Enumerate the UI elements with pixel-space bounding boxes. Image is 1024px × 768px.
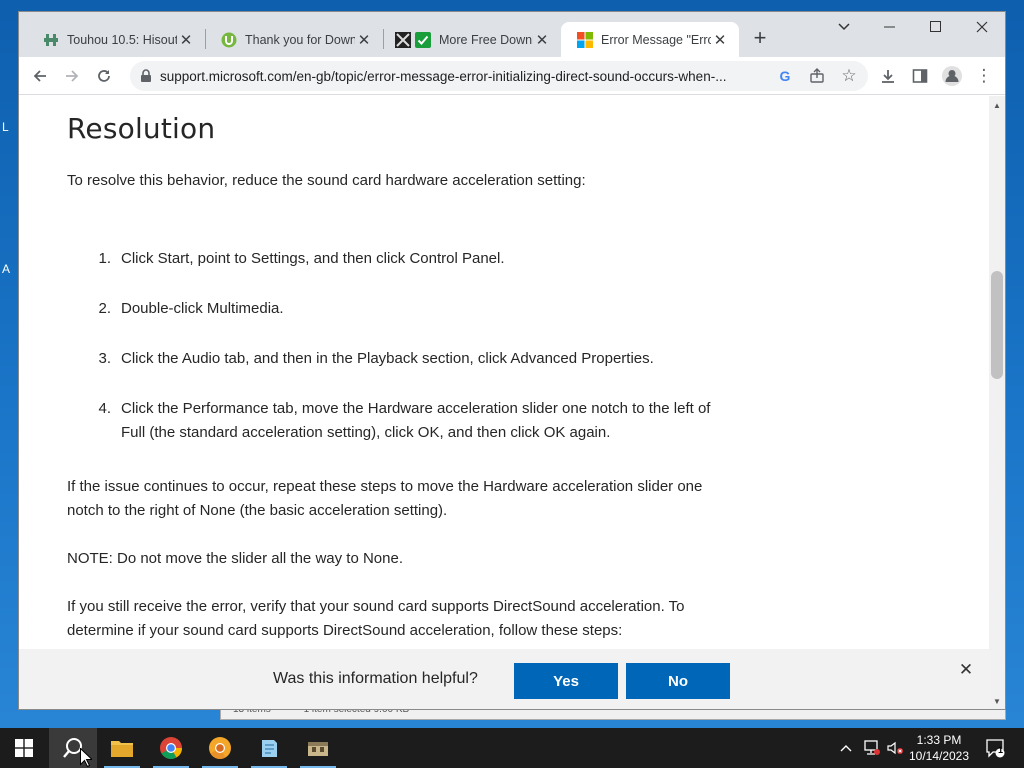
tab-thank-you[interactable]: Thank you for Downloading ✕ <box>205 22 383 57</box>
step-text: Click Start, point to Settings, and then… <box>121 250 505 267</box>
microsoft-favicon <box>577 31 593 48</box>
side-panel-icon[interactable] <box>905 61 935 91</box>
yes-button[interactable]: Yes <box>514 663 618 699</box>
maximize-icon[interactable] <box>913 12 959 42</box>
step-number: 2. <box>98 300 111 317</box>
scroll-down-icon[interactable]: ▼ <box>992 696 1002 706</box>
feedback-question: Was this information helpful? <box>273 670 478 687</box>
utorrent-favicon <box>221 32 237 48</box>
close-icon[interactable]: ✕ <box>355 31 373 49</box>
tab-error-message[interactable]: Error Message "Error Initializing ✕ <box>561 22 739 57</box>
address-bar[interactable]: support.microsoft.com/en-gb/topic/error-… <box>130 61 868 91</box>
taskbar: 1:33 PM 10/14/2023 1 <box>0 728 1024 768</box>
touhou-favicon <box>43 32 59 48</box>
close-icon[interactable]: ✕ <box>533 31 551 49</box>
checkmark-favicon <box>415 31 431 48</box>
system-clock[interactable]: 1:33 PM 10/14/2023 <box>904 732 974 764</box>
tab-strip: Touhou 10.5: Hisoutensoku ✕ Thank you fo… <box>19 12 1005 57</box>
list-item: 2. Double-click Multimedia. <box>97 297 727 321</box>
menu-icon[interactable]: ⋮ <box>969 61 999 91</box>
browser-window: Touhou 10.5: Hisoutensoku ✕ Thank you fo… <box>18 11 1006 710</box>
game-icon[interactable] <box>294 728 342 768</box>
reload-icon[interactable] <box>89 61 119 91</box>
close-icon[interactable]: ✕ <box>711 31 729 49</box>
tab-touhou[interactable]: Touhou 10.5: Hisoutensoku ✕ <box>27 22 205 57</box>
feedback-close-icon[interactable]: ✕ <box>956 660 976 680</box>
clock-date: 10/14/2023 <box>908 749 970 763</box>
google-lens-icon[interactable]: G <box>775 66 795 86</box>
scroll-up-icon[interactable]: ▲ <box>992 100 1002 110</box>
chevron-up-icon[interactable] <box>836 728 856 768</box>
desktop-icon-label-fragment-2: A <box>2 262 11 276</box>
notepad-icon[interactable] <box>245 728 293 768</box>
repeat-paragraph: If the issue continues to occur, repeat … <box>67 478 703 519</box>
volume-icon[interactable] <box>884 728 906 768</box>
tab-title: More Free Downloads <box>439 32 533 47</box>
tab-search-icon[interactable] <box>821 12 867 42</box>
list-item: 4. Click the Performance tab, move the H… <box>97 397 727 445</box>
lock-icon <box>140 69 152 88</box>
desktop-icon-label-fragment: L <box>2 120 9 134</box>
intro-paragraph: To resolve this behavior, reduce the sou… <box>67 172 586 189</box>
close-icon[interactable]: ✕ <box>177 31 195 49</box>
tab-more-free-downloads[interactable]: More Free Downloads ✕ <box>383 22 561 57</box>
feedback-bar: Was this information helpful? Yes No ✕ <box>19 649 991 709</box>
url-text: support.microsoft.com/en-gb/topic/error-… <box>160 69 727 84</box>
chrome-canary-icon[interactable] <box>196 728 244 768</box>
mouse-cursor-icon <box>80 747 94 768</box>
step-number: 1. <box>98 250 111 267</box>
step-text: Click the Performance tab, move the Hard… <box>121 400 711 441</box>
step-text: Double-click Multimedia. <box>121 300 284 317</box>
minimize-icon[interactable] <box>867 12 913 42</box>
note-paragraph: NOTE: Do not move the slider all the way… <box>67 550 403 567</box>
no-button[interactable]: No <box>626 663 730 699</box>
step-number: 4. <box>98 400 111 417</box>
tab-title: Touhou 10.5: Hisoutensoku <box>67 32 177 47</box>
file-explorer-icon[interactable] <box>98 728 146 768</box>
share-icon[interactable] <box>807 66 827 86</box>
notification-count: 1 <box>998 745 1004 755</box>
profile-avatar-icon[interactable] <box>937 61 967 91</box>
window-close-icon[interactable] <box>959 12 1005 42</box>
download-icon[interactable] <box>873 61 903 91</box>
network-icon[interactable] <box>860 728 882 768</box>
tab-title: Error Message "Error Initializing <box>601 32 711 47</box>
chrome-icon[interactable] <box>147 728 195 768</box>
page-scrollbar[interactable]: ▲ ▼ <box>989 96 1005 709</box>
article-content: Resolution To resolve this behavior, red… <box>19 96 991 649</box>
clock-time: 1:33 PM <box>916 733 962 747</box>
resolution-heading: Resolution <box>67 112 216 145</box>
notification-center-icon[interactable]: 1 <box>980 728 1010 768</box>
list-item: 3. Click the Audio tab, and then in the … <box>97 347 727 371</box>
list-item: 1. Click Start, point to Settings, and t… <box>97 247 727 271</box>
new-tab-icon[interactable]: + <box>748 25 772 50</box>
forward-icon[interactable] <box>57 61 87 91</box>
start-icon[interactable] <box>0 728 48 768</box>
browser-toolbar: support.microsoft.com/en-gb/topic/error-… <box>19 57 1005 95</box>
tab-title: Thank you for Downloading <box>245 32 355 47</box>
back-icon[interactable] <box>25 61 55 91</box>
scrollbar-thumb[interactable] <box>991 271 1003 379</box>
bookmark-star-icon[interactable]: ☆ <box>839 66 859 86</box>
step-text: Click the Audio tab, and then in the Pla… <box>121 350 654 367</box>
dark-site-favicon <box>395 31 411 48</box>
step-number: 3. <box>98 350 111 367</box>
verify-paragraph: If you still receive the error, verify t… <box>67 598 685 639</box>
